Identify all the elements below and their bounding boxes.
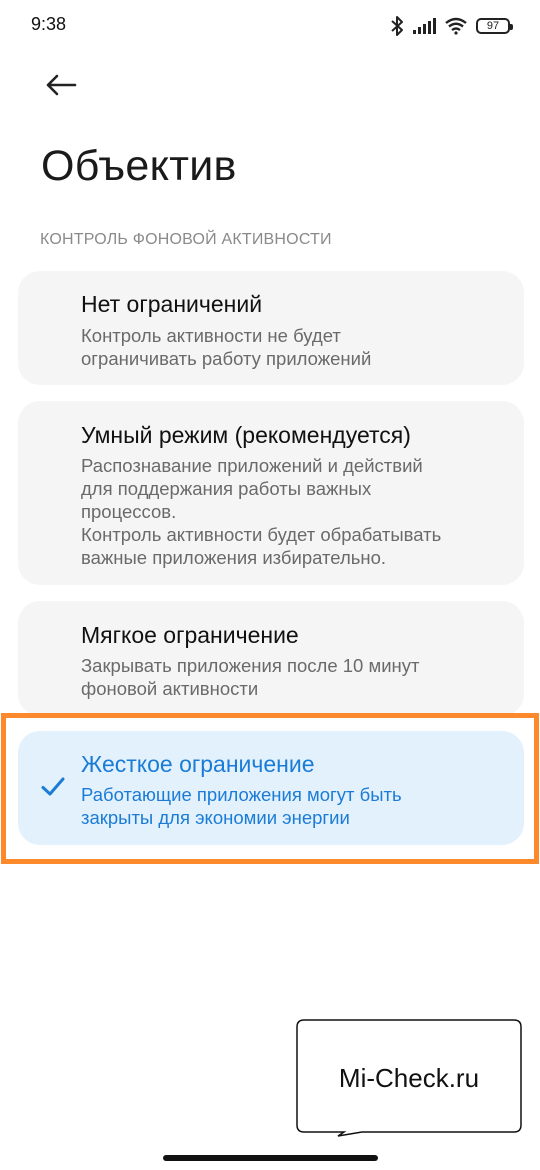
signal-icon bbox=[413, 18, 436, 34]
watermark-text: Mi-Check.ru bbox=[338, 1063, 480, 1093]
home-indicator[interactable] bbox=[163, 1155, 378, 1161]
section-header: КОНТРОЛЬ ФОНОВОЙ АКТИВНОСТИ bbox=[40, 231, 332, 248]
page-title: Объектив bbox=[41, 142, 237, 190]
status-time: 9:38 bbox=[31, 14, 67, 34]
back-button[interactable] bbox=[38, 64, 84, 106]
option-description: Работающие приложения могут быть закрыты… bbox=[81, 784, 402, 828]
option-title: Умный режим (рекомендуется) bbox=[81, 422, 411, 448]
option-description: Контроль активности не будет ограничиват… bbox=[81, 325, 372, 369]
option-description: Закрывать приложения после 10 минут фоно… bbox=[81, 655, 420, 699]
option-smart-mode[interactable]: Умный режим (рекомендуется) Распознавани… bbox=[18, 401, 524, 585]
bluetooth-icon bbox=[391, 16, 403, 36]
status-bar: 9:38 97 bbox=[0, 0, 540, 52]
option-title: Жесткое ограничение bbox=[81, 751, 315, 777]
check-icon bbox=[41, 777, 65, 796]
watermark-bubble: Mi-Check.ru bbox=[296, 1019, 522, 1137]
option-soft-restriction[interactable]: Мягкое ограничение Закрывать приложения … bbox=[18, 601, 524, 716]
arrow-left-icon bbox=[46, 74, 77, 96]
option-title: Мягкое ограничение bbox=[81, 622, 299, 648]
option-no-restrictions[interactable]: Нет ограничений Контроль активности не б… bbox=[18, 271, 524, 385]
option-hard-restriction[interactable]: Жесткое ограничение Работающие приложени… bbox=[18, 731, 524, 845]
wifi-icon bbox=[445, 17, 467, 35]
option-description: Распознавание приложений и действий для … bbox=[81, 455, 442, 568]
option-title: Нет ограничений bbox=[81, 291, 263, 317]
battery-icon: 97 bbox=[476, 18, 513, 34]
status-icons: 97 bbox=[390, 12, 513, 40]
